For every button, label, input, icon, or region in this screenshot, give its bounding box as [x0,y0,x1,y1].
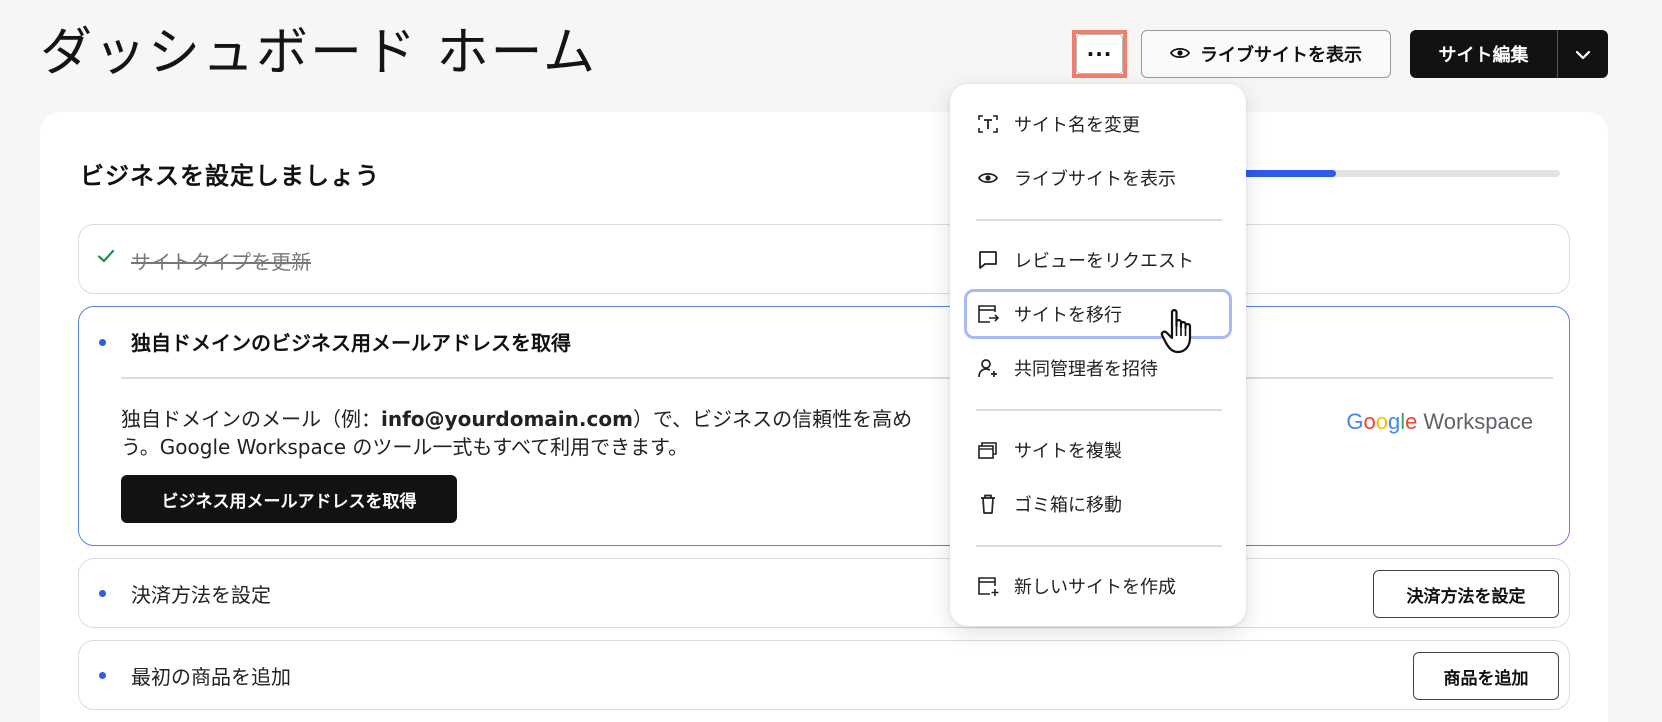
google-logo-letter: o [1375,409,1388,434]
setup-title: ビジネスを設定しましょう [80,162,380,190]
desc-line-2: う。Google Workspace のツール一式もすべて利用できます。 [121,435,689,459]
desc-text-2: ）で、ビジネスの信頼性を高め [632,407,913,431]
menu-divider [976,545,1222,547]
edit-site-group: サイト編集 [1410,30,1608,78]
task-add-product[interactable]: 最初の商品を追加 商品を追加 [78,640,1570,710]
google-workspace-logo: Google Workspace [1346,409,1533,435]
desc-text: 独自ドメインのメール（例： [121,407,381,431]
get-business-email-button[interactable]: ビジネス用メールアドレスを取得 [121,475,457,523]
task-label: 最初の商品を追加 [131,665,291,689]
duplicate-icon [976,438,1000,462]
menu-item-rename-site[interactable]: サイト名を変更 [964,99,1232,149]
task-business-email[interactable]: 独自ドメインのビジネス用メールアドレスを取得 独自ドメインのメール（例：info… [78,306,1570,546]
desc-email: info@yourdomain.com [381,407,633,431]
view-live-site-button[interactable]: ライブサイトを表示 [1141,30,1391,78]
google-logo: Google [1346,409,1417,435]
menu-item-label: ライブサイトを表示 [1014,169,1176,190]
check-icon [95,245,117,271]
edit-options-button[interactable] [1558,30,1608,78]
google-logo-letter: g [1387,409,1401,434]
menu-item-label: レビューをリクエスト [1014,251,1194,272]
menu-item-label: ゴミ箱に移動 [1014,495,1122,516]
menu-item-label: サイトを移行 [1014,305,1122,326]
setup-progress-fill [1240,170,1336,177]
menu-item-view-live-site[interactable]: ライブサイトを表示 [964,153,1232,203]
add-person-icon [976,356,1000,380]
google-logo-letter: e [1405,409,1418,434]
menu-item-label: 新しいサイトを作成 [1014,577,1176,598]
hand-cursor-icon [1160,306,1204,360]
bullet-icon [99,339,106,346]
more-label: ··· [1086,42,1113,66]
eye-icon [976,166,1000,190]
menu-item-label: サイト名を変更 [1014,115,1140,136]
menu-item-create-site[interactable]: 新しいサイトを作成 [964,561,1232,611]
divider [121,377,1553,379]
view-live-label: ライブサイトを表示 [1200,45,1362,66]
text-icon [976,112,1000,136]
edit-site-button[interactable]: サイト編集 [1410,30,1558,78]
set-payment-button[interactable]: 決済方法を設定 [1373,570,1559,618]
task-payment-method[interactable]: 決済方法を設定 決済方法を設定 [78,558,1570,628]
eye-icon [1169,44,1191,65]
page-title: ダッシュボード ホーム [40,23,597,83]
menu-item-request-review[interactable]: レビューをリクエスト [964,235,1232,285]
menu-item-duplicate-site[interactable]: サイトを複製 [964,425,1232,475]
trash-icon [976,492,1000,516]
workspace-logo-text: Workspace [1423,409,1533,434]
transfer-icon [976,302,1000,326]
add-site-icon [976,574,1000,598]
google-logo-letter: o [1363,409,1376,434]
bullet-icon [99,590,106,597]
menu-item-label: サイトを複製 [1014,441,1122,462]
task-label: サイトタイプを更新 [131,250,311,274]
more-actions-button[interactable]: ··· [1072,30,1127,78]
chat-bubble-icon [976,248,1000,272]
chevron-down-icon [1575,45,1591,64]
bullet-icon [99,672,106,679]
task-update-site-type[interactable]: サイトタイプを更新 [78,224,1570,294]
menu-item-move-to-trash[interactable]: ゴミ箱に移動 [964,479,1232,529]
add-product-button[interactable]: 商品を追加 [1413,652,1559,700]
task-description: 独自ドメインのメール（例：info@yourdomain.com）で、ビジネスの… [121,405,981,461]
task-label: 独自ドメインのビジネス用メールアドレスを取得 [131,331,571,355]
task-label: 決済方法を設定 [131,583,271,607]
menu-divider [976,219,1222,221]
menu-divider [976,409,1222,411]
google-logo-letter: G [1346,409,1364,434]
menu-item-label: 共同管理者を招待 [1014,359,1158,380]
setup-progress-bar [1240,170,1560,177]
